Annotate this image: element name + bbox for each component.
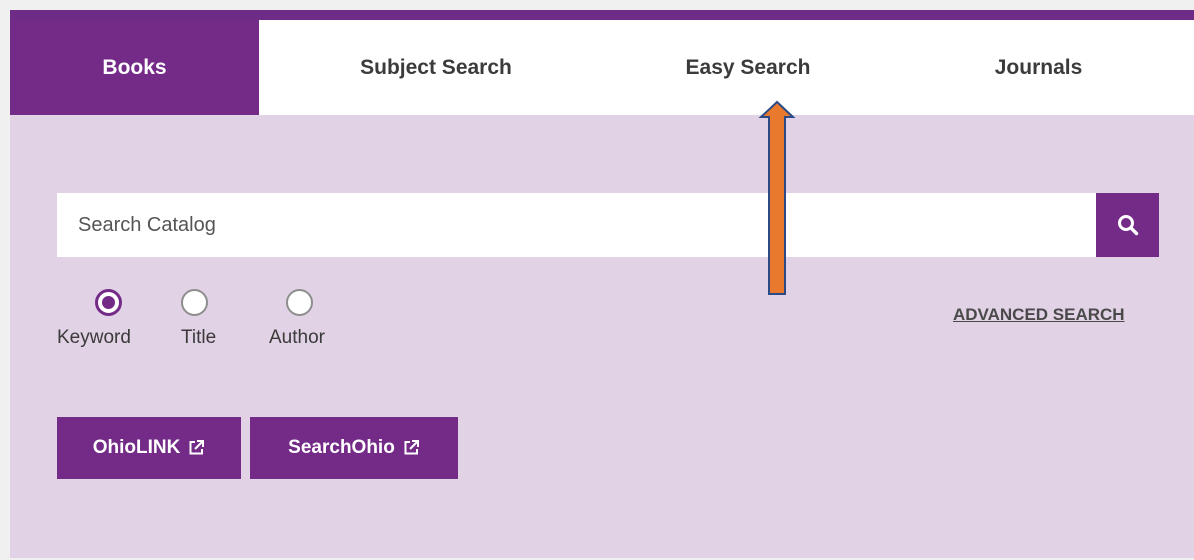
searchohio-button[interactable]: SearchOhio (250, 417, 458, 479)
radio-keyword-circle[interactable] (95, 289, 122, 316)
catalog-search-widget: Books Subject Search Easy Search Journal… (10, 10, 1194, 558)
ohiolink-label: OhioLINK (92, 437, 181, 458)
annotation-arrow-icon (758, 100, 796, 295)
search-icon (1117, 215, 1138, 236)
advanced-search-link[interactable]: ADVANCED SEARCH (953, 305, 1125, 325)
search-bar (57, 193, 1159, 257)
radio-title-label: Title (181, 327, 217, 348)
external-link-icon (187, 439, 205, 457)
search-tabs: Books Subject Search Easy Search Journal… (10, 20, 1194, 115)
search-button[interactable] (1096, 193, 1159, 257)
tab-journals[interactable]: Journals (883, 20, 1194, 115)
ohiolink-button[interactable]: OhioLINK (57, 417, 241, 479)
searchohio-label: SearchOhio (288, 437, 395, 458)
tab-subject-search[interactable]: Subject Search (259, 20, 613, 115)
search-input[interactable] (57, 193, 1096, 257)
radio-author-label: Author (269, 327, 325, 348)
radio-keyword-label: Keyword (57, 327, 131, 348)
tab-books[interactable]: Books (10, 20, 259, 115)
radio-author-circle[interactable] (286, 289, 313, 316)
external-link-icon (402, 439, 420, 457)
tab-easy-search[interactable]: Easy Search (613, 20, 883, 115)
radio-title-circle[interactable] (181, 289, 208, 316)
